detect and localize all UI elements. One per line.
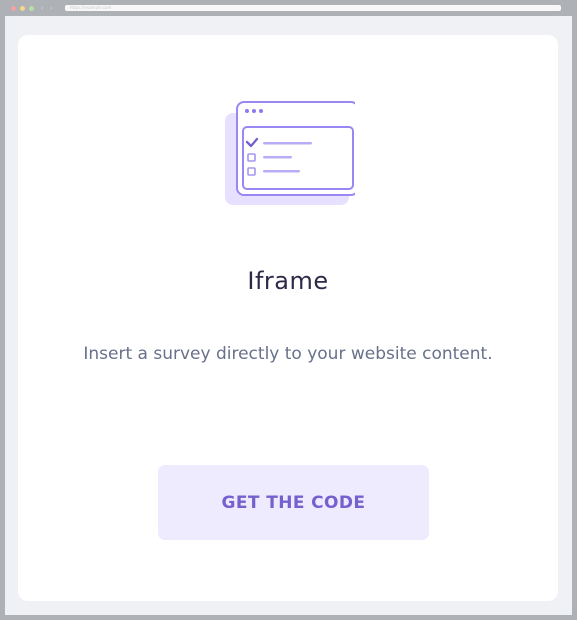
illustration-window-dot	[252, 109, 256, 113]
back-icon[interactable]: ‹	[41, 6, 47, 12]
embedded-form-window-icon	[225, 101, 355, 205]
illustration-form-panel	[242, 126, 354, 190]
illustration-window-dot	[245, 109, 249, 113]
option-description: Insert a survey directly to your website…	[83, 344, 493, 364]
browser-window: ‹ › https://example.com Iframe Insert a …	[0, 0, 577, 620]
maximize-window-dot[interactable]	[29, 6, 34, 11]
illustration-form-line	[263, 170, 300, 173]
browser-title-bar: ‹ › https://example.com	[5, 0, 572, 16]
close-window-dot[interactable]	[11, 6, 16, 11]
iframe-option-card: Iframe Insert a survey directly to your …	[18, 35, 558, 601]
illustration-window-dot	[259, 109, 263, 113]
address-text: https://example.com	[70, 5, 112, 10]
get-code-button[interactable]: GET THE CODE	[158, 465, 429, 540]
illustration-form-line	[263, 156, 292, 159]
option-title: Iframe	[247, 267, 329, 295]
address-bar[interactable]: https://example.com	[65, 5, 561, 11]
minimize-window-dot[interactable]	[20, 6, 25, 11]
illustration-form-line	[263, 142, 312, 145]
forward-icon[interactable]: ›	[50, 6, 56, 12]
